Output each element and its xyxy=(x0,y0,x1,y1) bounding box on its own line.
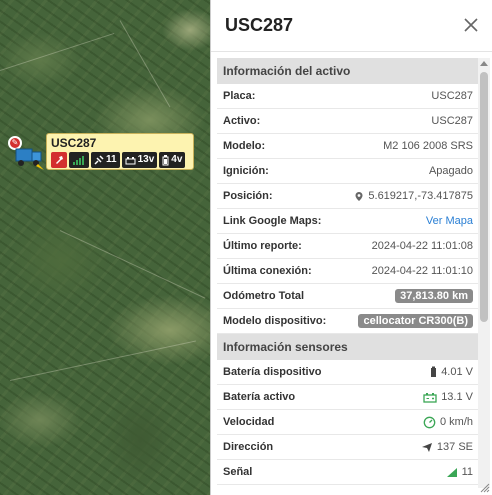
row-label: Batería activo xyxy=(223,391,296,403)
scroll-up-icon[interactable] xyxy=(480,61,488,66)
close-icon[interactable] xyxy=(462,16,480,34)
direction-arrow-icon xyxy=(421,443,432,452)
satellite-icon xyxy=(94,155,104,165)
device-model-pill: cellocator CR300(B) xyxy=(358,314,473,328)
car-battery-icon xyxy=(423,392,437,403)
row-label: Dirección xyxy=(223,441,274,453)
row-label: Odómetro Total xyxy=(223,290,305,302)
tooltip-plate: USC287 xyxy=(51,136,97,150)
row-plate: Placa: USC287 xyxy=(217,84,479,109)
device-battery-value: 4.01 V xyxy=(441,366,473,378)
row-label: Modelo dispositivo: xyxy=(223,315,327,327)
truck-icon xyxy=(15,148,44,170)
pin-icon xyxy=(56,156,63,164)
row-label: Última conexión: xyxy=(223,265,312,277)
satellite-map[interactable]: ✎ USC287 11 13v 4v xyxy=(0,0,210,495)
direction-value: 137 SE xyxy=(436,441,473,453)
vehicle-voltage: 13v xyxy=(137,154,155,165)
row-label: Batería dispositivo xyxy=(223,366,322,378)
row-speed: Velocidad 0 km/h xyxy=(217,410,479,435)
row-google-maps: Link Google Maps: Ver Mapa xyxy=(217,209,479,234)
row-asset-battery: Batería activo 13.1 V xyxy=(217,385,479,410)
row-device-battery: Batería dispositivo 4.01 V xyxy=(217,360,479,385)
row-value-wrap: 5.619217,-73.417875 xyxy=(354,190,473,202)
speedometer-icon xyxy=(423,416,436,428)
row-label: Activo: xyxy=(223,115,261,127)
row-last-report: Último reporte: 2024-04-22 11:01:08 xyxy=(217,234,479,259)
odometer-pill: 37,813.80 km xyxy=(395,289,473,303)
row-value: USC287 xyxy=(431,90,473,102)
asset-battery-value: 13.1 V xyxy=(441,391,473,403)
satellite-count: 11 xyxy=(106,154,117,165)
panel-scrollbar[interactable] xyxy=(478,58,490,488)
battery-icon xyxy=(162,154,169,165)
satellite-badge: 11 xyxy=(91,152,120,168)
row-label: Posición: xyxy=(223,190,273,202)
position-coords: 5.619217,-73.417875 xyxy=(368,190,473,202)
row-asset: Activo: USC287 xyxy=(217,109,479,134)
signal-bars-icon xyxy=(73,156,84,165)
row-signal: Señal 11 xyxy=(217,460,479,485)
panel-title: USC287 xyxy=(225,15,294,35)
scrollbar-thumb[interactable] xyxy=(480,72,488,322)
alert-badge xyxy=(51,152,67,168)
signal-value: 11 xyxy=(461,466,473,478)
row-ignition: Ignición: Apagado xyxy=(217,159,479,184)
signal-icon xyxy=(446,467,457,477)
device-voltage-badge: 4v xyxy=(159,152,186,168)
section-header-asset: Información del activo xyxy=(217,58,479,84)
asset-info-panel: USC287 Información del activo Placa: USC… xyxy=(210,0,492,495)
row-device-model: Modelo dispositivo: cellocator CR300(B) xyxy=(217,309,479,334)
row-value: 2024-04-22 11:01:08 xyxy=(371,240,473,252)
vehicle-tooltip[interactable]: USC287 11 13v 4v xyxy=(46,133,194,170)
row-value: M2 106 2008 SRS xyxy=(383,140,473,152)
view-map-link[interactable]: Ver Mapa xyxy=(426,215,473,227)
row-label: Ignición: xyxy=(223,165,269,177)
row-label: Señal xyxy=(223,466,253,478)
row-direction: Dirección 137 SE xyxy=(217,435,479,460)
row-value: USC287 xyxy=(431,115,473,127)
signal-badge xyxy=(69,152,89,168)
row-label: Último reporte: xyxy=(223,240,302,252)
vehicle-voltage-badge: 13v xyxy=(121,152,158,168)
device-voltage: 4v xyxy=(171,154,183,165)
row-odometer: Odómetro Total 37,813.80 km xyxy=(217,284,479,309)
vehicle-marker[interactable]: ✎ xyxy=(6,134,50,178)
section-header-sensors: Información sensores xyxy=(217,334,479,360)
row-label: Placa: xyxy=(223,90,256,102)
row-value: 2024-04-22 11:01:10 xyxy=(371,265,473,277)
row-model: Modelo: M2 106 2008 SRS xyxy=(217,134,479,159)
car-battery-icon xyxy=(125,156,136,164)
battery-icon xyxy=(431,366,437,377)
panel-body[interactable]: Información del activo Placa: USC287 Act… xyxy=(217,58,479,488)
row-label: Velocidad xyxy=(223,416,275,428)
location-pin-icon xyxy=(355,191,363,201)
resize-grip-icon[interactable] xyxy=(480,483,490,493)
row-label: Link Google Maps: xyxy=(223,215,322,227)
row-position: Posición: 5.619217,-73.417875 xyxy=(217,184,479,209)
speed-value: 0 km/h xyxy=(439,416,473,428)
panel-header: USC287 xyxy=(211,0,492,52)
row-label: Modelo: xyxy=(223,140,266,152)
row-value: Apagado xyxy=(428,165,473,177)
row-last-connection: Última conexión: 2024-04-22 11:01:10 xyxy=(217,259,479,284)
